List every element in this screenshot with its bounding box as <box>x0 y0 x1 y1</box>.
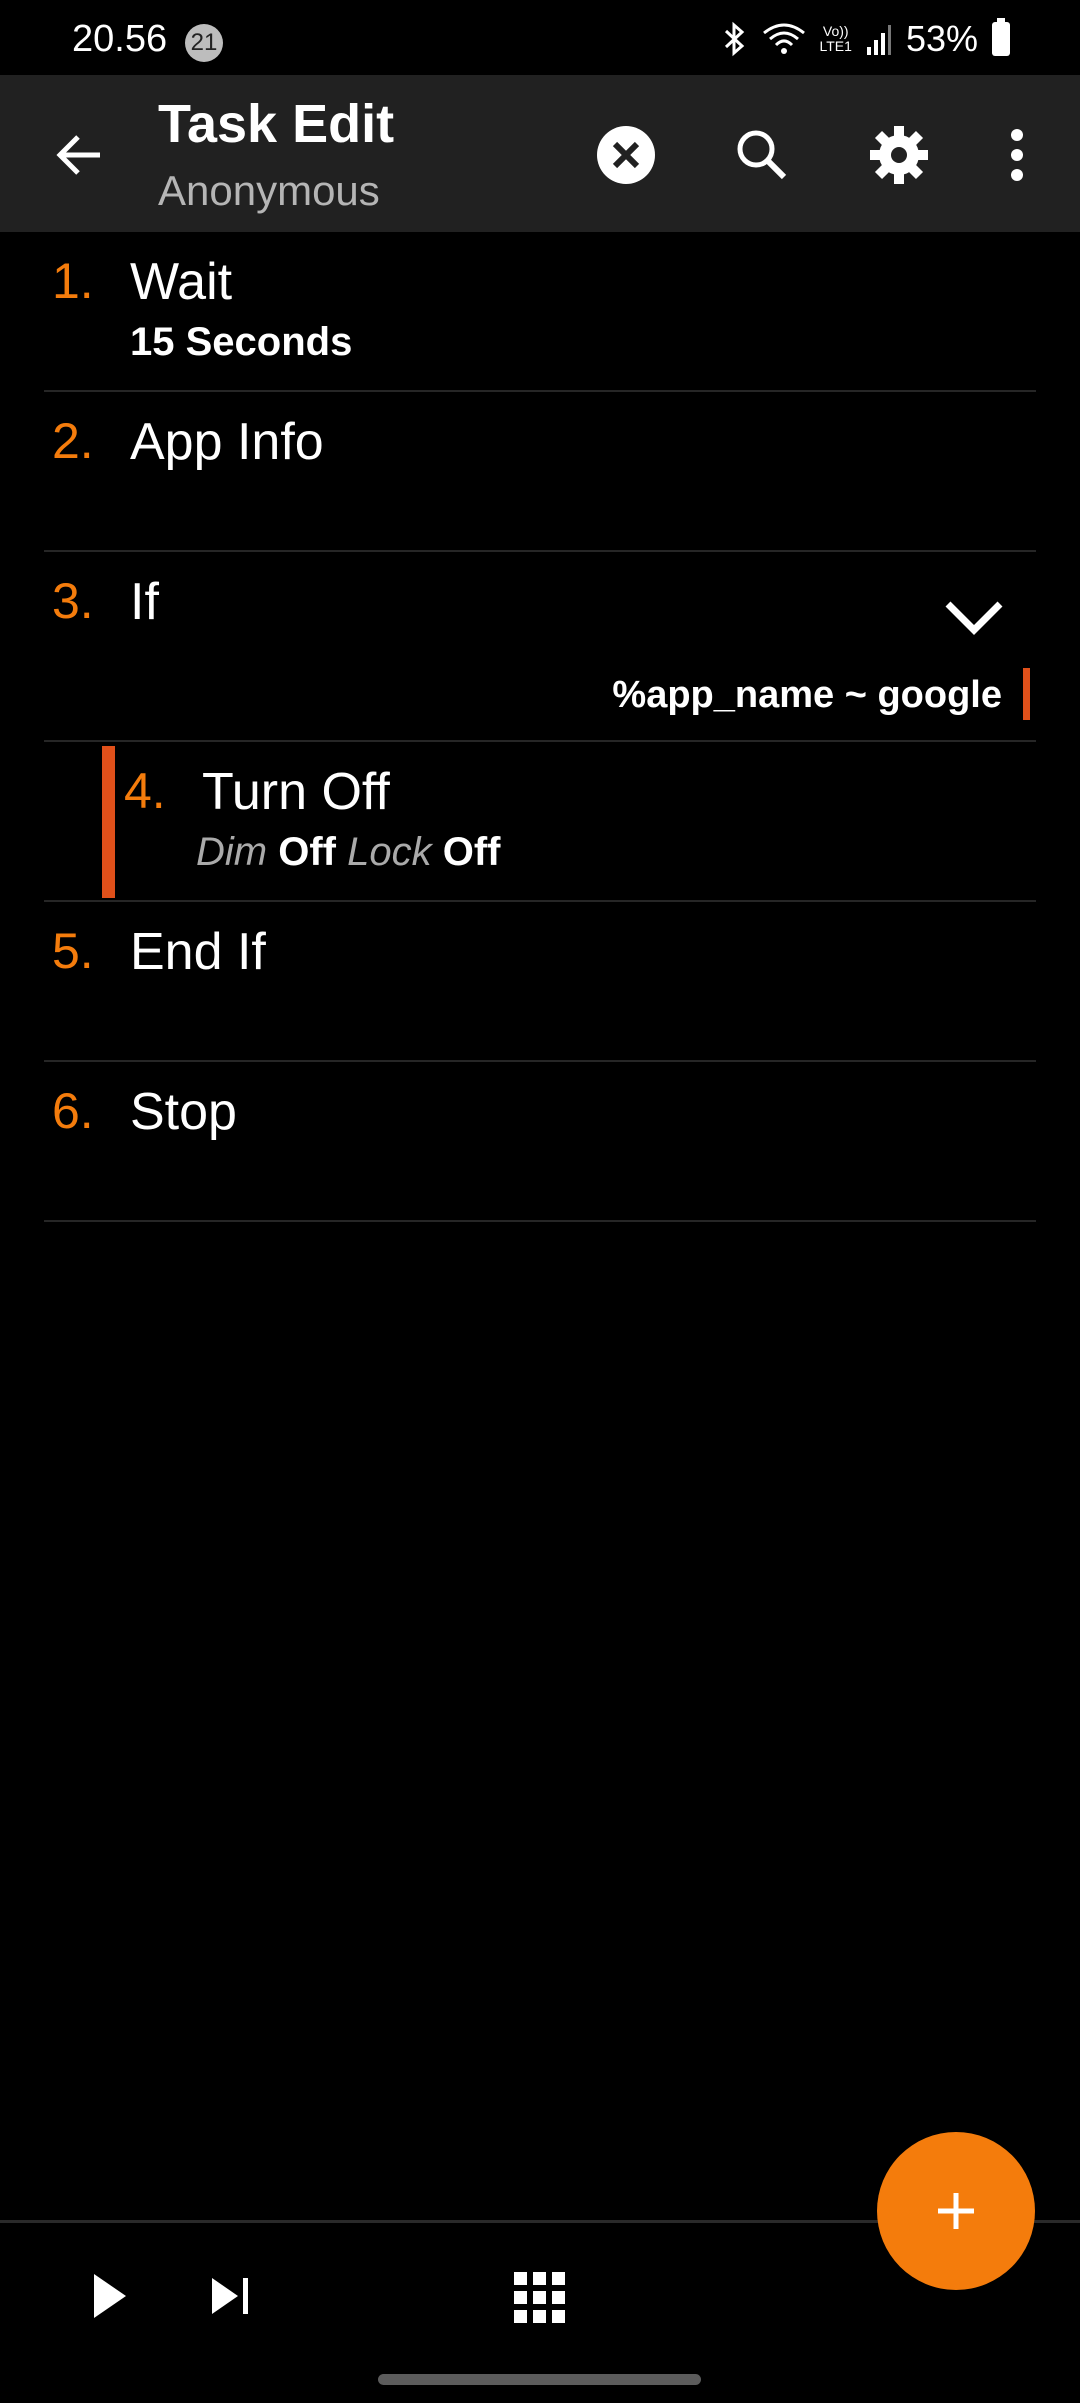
lte-label: LTE1 <box>819 38 852 54</box>
action-number: 4. <box>124 763 166 819</box>
action-row-if[interactable]: 3. If %app_name ~ google <box>44 552 1036 742</box>
param-value-lock: Off <box>442 830 501 874</box>
bluetooth-icon <box>724 21 744 57</box>
wifi-icon <box>762 23 805 54</box>
action-name: Turn Off <box>202 763 390 821</box>
action-name: Wait <box>130 253 233 311</box>
action-row-app-info[interactable]: 2. App Info <box>44 392 1036 552</box>
param-value-dim: Off <box>278 830 336 874</box>
param-key-lock: Lock <box>347 830 432 874</box>
action-row-stop[interactable]: 6. Stop <box>44 1062 1036 1222</box>
gesture-nav-handle[interactable] <box>378 2374 701 2385</box>
add-action-button[interactable] <box>877 2132 1035 2290</box>
action-params: Dim Off Lock Off <box>196 830 501 875</box>
volte-lte-icon: Vo)) LTE1 <box>820 24 852 54</box>
search-icon[interactable] <box>730 123 794 187</box>
condition-indicator-bar <box>1023 668 1030 720</box>
collapse-chevron-down-icon[interactable] <box>942 592 1006 642</box>
task-action-list: 1. Wait 15 Seconds 2. App Info 3. If %ap… <box>0 232 1080 1222</box>
nested-block-bar <box>102 746 115 898</box>
status-icons: Vo)) LTE1 53% <box>722 18 1010 60</box>
action-row-turn-off[interactable]: 4. Turn Off Dim Off Lock Off <box>44 742 1036 902</box>
action-number: 1. <box>52 253 94 309</box>
more-options-icon[interactable] <box>985 123 1049 187</box>
action-number: 6. <box>52 1083 94 1139</box>
page-title: Task Edit <box>158 94 395 154</box>
status-time: 20.56 <box>72 18 168 60</box>
action-name: Stop <box>130 1083 237 1141</box>
action-name: If <box>130 573 159 631</box>
action-name: App Info <box>130 413 324 471</box>
settings-gear-icon[interactable] <box>867 123 931 187</box>
volte-label: Vo)) <box>822 23 849 39</box>
action-detail: 15 Seconds <box>130 320 353 364</box>
step-forward-icon[interactable] <box>208 2270 254 2322</box>
action-number: 3. <box>52 573 94 629</box>
page-subtitle: Anonymous <box>158 167 380 214</box>
play-icon[interactable] <box>90 2270 130 2322</box>
param-key-dim: Dim <box>196 830 268 874</box>
action-number: 2. <box>52 413 94 469</box>
action-number: 5. <box>52 923 94 979</box>
grid-icon[interactable] <box>512 2270 568 2326</box>
status-bar: 20.56 21 Vo)) LTE1 53% <box>0 0 1080 75</box>
clear-icon[interactable] <box>594 123 658 187</box>
if-condition: %app_name ~ google <box>612 674 1002 716</box>
action-row-wait[interactable]: 1. Wait 15 Seconds <box>44 232 1036 392</box>
signal-icon <box>866 25 891 55</box>
back-arrow-icon[interactable] <box>50 125 110 185</box>
plus-icon <box>938 2193 974 2229</box>
notification-count-badge: 21 <box>185 24 223 62</box>
battery-icon <box>992 18 1010 56</box>
action-row-end-if[interactable]: 5. End If <box>44 902 1036 1062</box>
app-toolbar: Task Edit Anonymous <box>0 75 1080 232</box>
battery-percent: 53% <box>905 18 978 59</box>
action-name: End If <box>130 923 266 981</box>
